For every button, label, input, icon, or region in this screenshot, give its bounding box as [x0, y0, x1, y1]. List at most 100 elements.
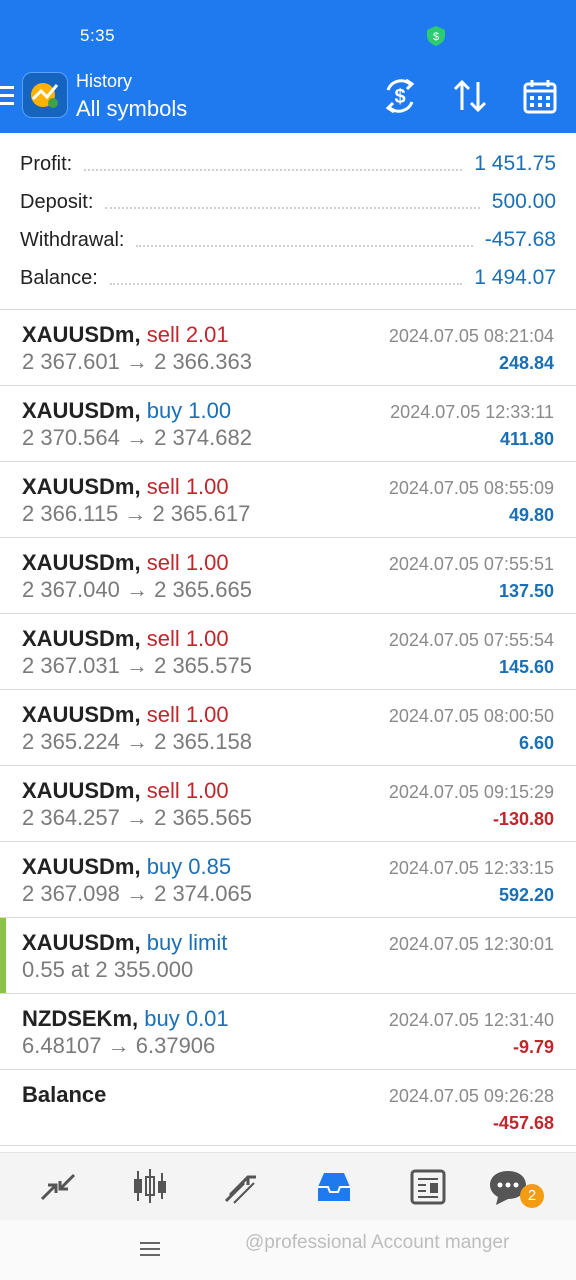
status-time: 5:35: [80, 26, 116, 45]
deal-symbol: Balance: [22, 1082, 107, 1107]
app-logo-icon[interactable]: [22, 72, 68, 118]
deal-time: 2024.07.05 12:33:11: [390, 402, 554, 422]
summary-withdrawal-row: Withdrawal: -457.68: [20, 225, 556, 255]
deal-symbol: NZDSEKm,: [22, 1006, 139, 1031]
pending-indicator: [0, 918, 6, 993]
deal-prices: 2 365.224 → 2 365.158: [22, 729, 252, 754]
deals-list: XAUUSDm, sell 2.01 2 367.601 → 2 366.363…: [0, 310, 576, 1146]
summary-balance-row: Balance: 1 494.07: [20, 263, 556, 293]
news-icon[interactable]: [406, 1167, 450, 1207]
quotes-icon[interactable]: [36, 1167, 80, 1207]
deal-row[interactable]: XAUUSDm, sell 1.00 2 365.224 → 2 365.158…: [0, 690, 576, 766]
app-bar: 5:35 $ History All symbols $: [0, 0, 576, 133]
shield-dollar-icon: $: [427, 26, 445, 46]
currency-exchange-icon[interactable]: $: [380, 76, 420, 116]
deal-time: 2024.07.05 12:33:15: [388, 858, 554, 878]
summary-panel: Profit: 1 451.75 Deposit: 500.00 Withdra…: [0, 133, 576, 310]
deal-profit: -9.79: [512, 1037, 554, 1057]
bottom-navigation: [0, 1152, 576, 1221]
deal-time: 2024.07.05 07:55:54: [388, 630, 554, 650]
deal-time: 2024.07.05 12:30:01: [388, 934, 554, 954]
watermark: @professional Account manger: [245, 1232, 510, 1253]
deal-row[interactable]: XAUUSDm, sell 1.00 2 366.115 → 2 365.617…: [0, 462, 576, 538]
deal-symbol: XAUUSDm,: [22, 474, 141, 499]
deal-action: sell 1.00: [146, 778, 229, 803]
deal-symbol: XAUUSDm,: [22, 930, 141, 955]
recent-apps-icon[interactable]: [140, 1242, 160, 1260]
deal-profit: 248.84: [498, 353, 554, 373]
deal-row[interactable]: XAUUSDm, sell 2.01 2 367.601 → 2 366.363…: [0, 310, 576, 386]
deal-action: buy limit: [146, 930, 228, 955]
header-subtitle: History: [76, 71, 133, 91]
withdrawal-label: Withdrawal:: [20, 228, 125, 251]
trade-icon[interactable]: [220, 1167, 264, 1207]
header-title[interactable]: All symbols: [76, 96, 187, 122]
deal-prices: 0.55 at 2 355.000: [22, 957, 194, 982]
balance-operation-row[interactable]: Balance 2024.07.05 09:26:28 -457.68: [0, 1070, 576, 1146]
deal-action: sell 1.00: [146, 702, 229, 727]
sort-icon[interactable]: [450, 76, 490, 116]
chat-badge: 2: [520, 1184, 544, 1208]
withdrawal-value: -457.68: [484, 228, 556, 251]
deal-symbol: XAUUSDm,: [22, 702, 141, 727]
deal-time: 2024.07.05 08:00:50: [388, 706, 554, 726]
deal-prices: 2 367.098 → 2 374.065: [22, 881, 252, 906]
deal-action: buy 0.01: [144, 1006, 229, 1031]
deal-action: sell 2.01: [146, 322, 229, 347]
deal-prices: 2 364.257 → 2 365.565: [22, 805, 252, 830]
calendar-icon[interactable]: [520, 76, 560, 116]
balance-value: 1 494.07: [474, 266, 556, 289]
deal-action: sell 1.00: [146, 474, 229, 499]
deal-prices: 2 370.564 → 2 374.682: [22, 425, 252, 450]
history-icon[interactable]: [312, 1167, 356, 1207]
deal-profit: 592.20: [498, 885, 554, 905]
pending-order-row[interactable]: XAUUSDm, buy limit 0.55 at 2 355.000 202…: [0, 918, 576, 994]
deal-profit: 411.80: [499, 429, 554, 449]
deal-prices: 2 367.031 → 2 365.575: [22, 653, 252, 678]
dotted-leader: [136, 245, 473, 247]
deal-action: sell 1.00: [146, 626, 229, 651]
dotted-leader: [105, 207, 480, 209]
deal-time: 2024.07.05 09:26:28: [388, 1086, 554, 1106]
deal-symbol: XAUUSDm,: [22, 778, 141, 803]
deposit-value: 500.00: [491, 190, 556, 213]
deal-profit: 145.60: [498, 657, 554, 677]
deal-symbol: XAUUSDm,: [22, 626, 141, 651]
deal-time: 2024.07.05 08:21:04: [388, 326, 554, 346]
chart-icon[interactable]: [128, 1167, 172, 1207]
deal-row[interactable]: XAUUSDm, buy 0.85 2 367.098 → 2 374.065 …: [0, 842, 576, 918]
deposit-label: Deposit:: [20, 190, 94, 213]
deal-prices: 6.48107 → 6.37906: [22, 1033, 216, 1058]
deal-time: 2024.07.05 08:55:09: [388, 478, 554, 498]
deal-profit: -130.80: [492, 809, 554, 829]
deal-profit: -457.68: [492, 1113, 554, 1133]
deal-symbol: XAUUSDm,: [22, 398, 141, 423]
svg-text:$: $: [433, 31, 439, 43]
deal-row[interactable]: NZDSEKm, buy 0.01 6.48107 → 6.37906 2024…: [0, 994, 576, 1070]
deal-time: 2024.07.05 07:55:51: [388, 554, 554, 574]
deal-prices: 2 367.040 → 2 365.665: [22, 577, 252, 602]
deal-action: buy 1.00: [146, 398, 232, 423]
deal-symbol: XAUUSDm,: [22, 854, 141, 879]
balance-label: Balance:: [20, 266, 98, 289]
deal-symbol: XAUUSDm,: [22, 322, 141, 347]
deal-row[interactable]: XAUUSDm, buy 1.00 2 370.564 → 2 374.682 …: [0, 386, 576, 462]
deal-action: sell 1.00: [146, 550, 229, 575]
summary-deposit-row: Deposit: 500.00: [20, 187, 556, 217]
profit-label: Profit:: [20, 152, 73, 175]
deal-profit: 137.50: [498, 581, 554, 601]
deal-profit: 49.80: [508, 505, 554, 525]
deal-profit: 6.60: [518, 733, 554, 753]
deal-symbol: XAUUSDm,: [22, 550, 141, 575]
profit-value: 1 451.75: [474, 152, 556, 175]
deal-row[interactable]: XAUUSDm, sell 1.00 2 367.031 → 2 365.575…: [0, 614, 576, 690]
dotted-leader: [109, 283, 463, 285]
deal-row[interactable]: XAUUSDm, sell 1.00 2 367.040 → 2 365.665…: [0, 538, 576, 614]
deal-row[interactable]: XAUUSDm, sell 1.00 2 364.257 → 2 365.565…: [0, 766, 576, 842]
dotted-leader: [84, 169, 463, 171]
menu-icon[interactable]: [0, 86, 14, 106]
deal-action: buy 0.85: [146, 854, 232, 879]
deal-time: 2024.07.05 12:31:40: [388, 1010, 554, 1030]
summary-profit-row: Profit: 1 451.75: [20, 149, 556, 179]
deal-prices: 2 367.601 → 2 366.363: [22, 349, 252, 374]
